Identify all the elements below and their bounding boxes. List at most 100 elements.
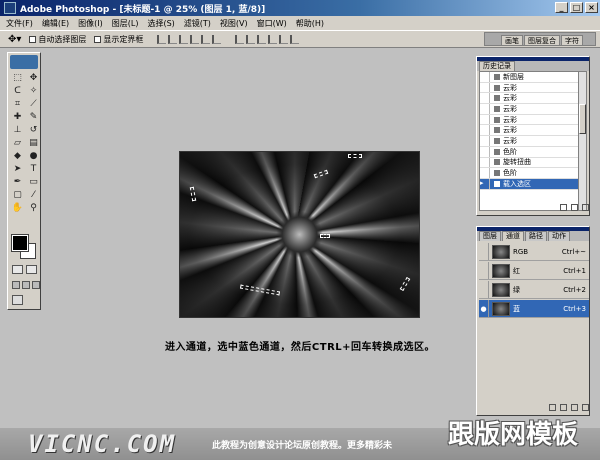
gradient-tool-icon[interactable]: ▤ <box>27 138 40 149</box>
history-item[interactable]: 云彩 <box>480 104 578 115</box>
standard-mode-icon[interactable] <box>12 265 23 274</box>
history-item[interactable]: 色阶 <box>480 146 578 158</box>
palette-tab-character[interactable]: 字符 <box>561 35 583 45</box>
new-snapshot-icon[interactable] <box>571 204 578 211</box>
palette-tab-brushes[interactable]: 画笔 <box>501 35 523 45</box>
channel-row-red[interactable]: 红 Ctrl+1 <box>479 262 589 280</box>
align-left-icon[interactable] <box>190 34 200 44</box>
hand-tool-icon[interactable]: ✋ <box>11 203 24 214</box>
show-bounds-box[interactable] <box>94 35 102 43</box>
history-item[interactable]: 色阶 <box>480 168 578 179</box>
channel-name: 红 <box>513 266 520 275</box>
type-tool-icon[interactable]: T <box>27 164 40 175</box>
dodge-tool-icon[interactable]: ● <box>27 151 40 162</box>
distribute-vcenter-icon[interactable] <box>246 34 256 44</box>
save-selection-icon[interactable] <box>560 404 567 411</box>
crop-tool-icon[interactable]: ⌗ <box>11 99 24 110</box>
trash-icon[interactable] <box>582 204 589 211</box>
align-bottom-icon[interactable] <box>179 34 189 44</box>
align-hcenter-icon[interactable] <box>201 34 211 44</box>
zoom-tool-icon[interactable]: ⚲ <box>27 203 40 214</box>
jump-to-imageready-icon[interactable] <box>12 295 23 305</box>
distribute-hcenter-icon[interactable] <box>279 34 289 44</box>
slice-tool-icon[interactable]: ⟋ <box>27 99 40 110</box>
palette-tab-layer-comps[interactable]: 图层复合 <box>524 35 560 45</box>
visibility-toggle[interactable] <box>479 262 489 279</box>
distribute-bottom-icon[interactable] <box>257 34 267 44</box>
scrollbar-thumb[interactable] <box>579 104 586 134</box>
align-top-icon[interactable] <box>157 34 167 44</box>
visibility-toggle[interactable] <box>479 243 489 260</box>
history-item[interactable]: 云彩 <box>480 114 578 126</box>
eraser-tool-icon[interactable]: ▱ <box>11 138 24 149</box>
show-bounds-checkbox[interactable]: 显示定界框 <box>94 34 143 45</box>
menu-edit[interactable]: 编辑(E) <box>42 18 69 29</box>
history-item[interactable]: 云彩 <box>480 93 578 105</box>
history-item-label: 云彩 <box>503 104 517 113</box>
menu-filter[interactable]: 滤镜(T) <box>184 18 211 29</box>
new-document-icon[interactable] <box>560 204 567 211</box>
quick-mask-icon[interactable] <box>26 265 37 274</box>
menu-help[interactable]: 帮助(H) <box>296 18 324 29</box>
menu-select[interactable]: 选择(S) <box>147 18 174 29</box>
brush-tool-icon[interactable]: ✎ <box>27 112 40 123</box>
distribute-top-icon[interactable] <box>235 34 245 44</box>
channel-row-rgb[interactable]: RGB Ctrl+~ <box>479 243 589 261</box>
menu-image[interactable]: 图像(I) <box>78 18 103 29</box>
screen-mode-menu-icon[interactable] <box>22 281 30 289</box>
move-tool-icon[interactable]: ✥ <box>27 73 40 84</box>
healing-brush-icon[interactable]: ✚ <box>11 112 24 123</box>
new-channel-icon[interactable] <box>571 404 578 411</box>
maximize-button[interactable]: □ <box>570 2 583 13</box>
screen-mode-standard-icon[interactable] <box>12 281 20 289</box>
history-item-selected[interactable]: ▸ 载入选区 <box>480 178 578 190</box>
notes-tool-icon[interactable]: ▢ <box>11 190 24 201</box>
blur-tool-icon[interactable]: ◆ <box>11 151 24 162</box>
history-item[interactable]: 云彩 <box>480 82 578 94</box>
tab-layers[interactable]: 图层 <box>479 231 501 241</box>
auto-select-box[interactable] <box>29 35 37 43</box>
history-brush-icon[interactable]: ↺ <box>27 125 40 136</box>
menu-layer[interactable]: 图层(L) <box>112 18 139 29</box>
history-item[interactable]: 云彩 <box>480 125 578 137</box>
history-item-label: 云彩 <box>503 136 517 145</box>
auto-select-checkbox[interactable]: 自动选择图层 <box>29 34 86 45</box>
twirl-image <box>180 152 419 317</box>
shape-tool-icon[interactable]: ▭ <box>27 177 40 188</box>
path-select-icon[interactable]: ➤ <box>11 164 24 175</box>
marquee-tool-icon[interactable]: ⬚ <box>11 73 24 84</box>
pen-tool-icon[interactable]: ✒ <box>11 177 24 188</box>
document-canvas[interactable] <box>179 151 420 318</box>
channel-row-blue[interactable]: ● 蓝 Ctrl+3 <box>479 300 589 318</box>
history-scrollbar[interactable] <box>578 71 587 211</box>
history-item[interactable]: 旋转扭曲 <box>480 157 578 169</box>
eyedropper-icon[interactable]: ⁄ <box>27 190 40 201</box>
lasso-tool-icon[interactable]: ᑕ <box>11 86 24 97</box>
move-tool-icon[interactable]: ✥▾ <box>8 34 21 45</box>
history-item[interactable]: 云彩 <box>480 136 578 147</box>
visibility-toggle[interactable] <box>479 281 489 298</box>
channel-row-green[interactable]: 绿 Ctrl+2 <box>479 281 589 299</box>
distribute-right-icon[interactable] <box>290 34 300 44</box>
minimize-button[interactable]: _ <box>555 2 568 13</box>
menu-view[interactable]: 视图(V) <box>220 18 248 29</box>
distribute-left-icon[interactable] <box>268 34 278 44</box>
tab-paths[interactable]: 路径 <box>525 231 547 241</box>
foreground-color-swatch[interactable] <box>11 234 29 252</box>
trash-icon[interactable] <box>582 404 589 411</box>
tab-history[interactable]: 历史记录 <box>479 61 515 71</box>
tab-channels[interactable]: 通道 <box>502 231 524 241</box>
align-vcenter-icon[interactable] <box>168 34 178 44</box>
clone-stamp-icon[interactable]: ⊥ <box>11 125 24 136</box>
align-right-icon[interactable] <box>212 34 222 44</box>
menu-file[interactable]: 文件(F) <box>6 18 33 29</box>
history-item-label: 载入选区 <box>503 179 531 188</box>
menu-window[interactable]: 窗口(W) <box>257 18 287 29</box>
screen-mode-full-icon[interactable] <box>32 281 40 289</box>
magic-wand-icon[interactable]: ✧ <box>27 86 40 97</box>
close-button[interactable]: × <box>585 2 598 13</box>
tab-actions[interactable]: 动作 <box>548 231 570 241</box>
eye-icon[interactable]: ● <box>479 300 489 317</box>
history-item[interactable]: 新图层 <box>480 72 578 83</box>
load-selection-icon[interactable] <box>549 404 556 411</box>
